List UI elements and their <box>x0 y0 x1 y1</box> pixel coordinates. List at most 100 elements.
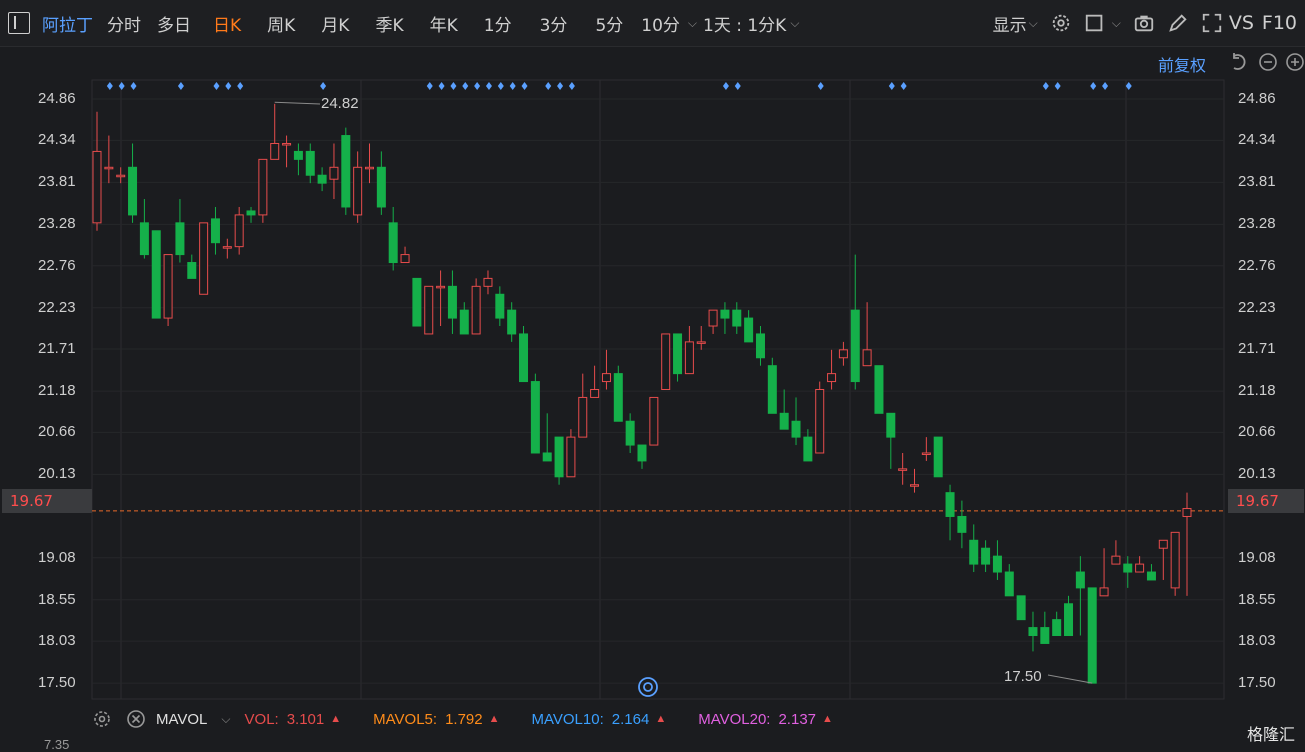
candle-body-down <box>1052 619 1062 637</box>
stock-name[interactable]: 阿拉丁 <box>42 11 107 36</box>
signal-marker <box>545 82 552 90</box>
period-tab[interactable]: 10分 <box>641 11 688 36</box>
candle-body-down <box>210 218 220 244</box>
signal-marker <box>1090 82 1097 90</box>
indicator-name[interactable]: MAVOL <box>156 711 207 728</box>
signal-marker <box>722 82 729 90</box>
period-tab[interactable]: 分时 <box>107 11 157 36</box>
kline-svg[interactable] <box>0 47 1305 707</box>
candle-body-up <box>436 285 446 289</box>
candle-body-up <box>1182 508 1192 517</box>
signal-marker <box>237 82 244 90</box>
display-menu[interactable]: 显示 <box>993 11 1029 36</box>
chevron-down-icon[interactable]: ⌵ <box>688 16 697 31</box>
low-leader-line <box>1047 674 1093 684</box>
candle-body-up <box>258 158 268 216</box>
candle-body-down <box>1016 595 1026 621</box>
candle-body-down <box>388 222 398 264</box>
restore-button[interactable]: 前复权 <box>1158 52 1206 76</box>
signal-marker <box>177 82 184 90</box>
indicator-bar: MAVOL ⌵ VOL: 3.101 ▲ MAVOL5: 1.792 ▲ MAV… <box>0 706 1305 732</box>
mavol5-value: 1.792 <box>445 710 483 728</box>
candle-body-down <box>886 412 896 438</box>
chevron-down-icon[interactable]: ⌵ <box>1029 16 1038 31</box>
price-tick-left: 21.18 <box>38 382 76 400</box>
candle-body-down <box>945 492 955 517</box>
undo-icon[interactable] <box>1229 52 1249 72</box>
sidebar-toggle-icon[interactable] <box>8 12 30 34</box>
candle-body-up <box>684 341 694 375</box>
candle-body-up <box>649 396 659 446</box>
gear-icon[interactable] <box>92 709 112 729</box>
kline-chart[interactable] <box>0 47 1305 707</box>
mavol5-label: MAVOL5: <box>373 710 438 728</box>
price-tick-right: 23.81 <box>1238 173 1276 191</box>
signal-marker <box>225 82 232 90</box>
gear-icon[interactable] <box>1050 12 1072 34</box>
signal-marker <box>474 82 481 90</box>
candle-body-up <box>163 254 173 319</box>
chevron-down-icon[interactable]: ⌵ <box>790 16 799 31</box>
price-tick-right: 21.18 <box>1238 382 1276 400</box>
high-price-label: 24.82 <box>321 95 359 112</box>
candle-body-up <box>116 174 126 178</box>
candle-body-up <box>566 436 576 478</box>
pencil-icon[interactable] <box>1167 12 1189 34</box>
period-tab-active[interactable]: 日K <box>213 11 267 36</box>
candle-body-down <box>1087 587 1097 684</box>
close-icon[interactable] <box>126 709 146 729</box>
interval-select[interactable]: 1天 : 1分K <box>703 11 790 36</box>
layout-square-icon[interactable] <box>1084 12 1106 34</box>
zoom-in-icon[interactable] <box>1285 52 1305 72</box>
period-tab[interactable]: 季K <box>375 11 429 36</box>
period-tab[interactable]: 月K <box>321 11 375 36</box>
period-tab[interactable]: 年K <box>430 11 484 36</box>
candle-body-up <box>898 468 908 471</box>
candle-body-down <box>779 412 789 430</box>
candle-body-up <box>696 341 706 344</box>
signal-marker <box>130 82 137 90</box>
at-icon[interactable] <box>637 676 659 698</box>
candle-body-down <box>981 547 991 565</box>
current-price-right: 19.67 <box>1228 489 1304 513</box>
price-tick-right: 21.71 <box>1238 340 1276 358</box>
chevron-down-icon[interactable]: ⌵ <box>221 712 230 727</box>
candle-body-down <box>732 309 742 327</box>
period-tab[interactable]: 周K <box>267 11 321 36</box>
top-toolbar: 阿拉丁 分时 多日 日K 周K 月K 季K 年K 1分 3分 5分 10分 ⌵ … <box>0 0 1305 47</box>
signal-marker <box>485 82 492 90</box>
vs-button[interactable]: VS <box>1229 12 1262 34</box>
candle-body-down <box>187 262 197 279</box>
current-price-left: 19.67 <box>2 489 92 513</box>
camera-icon[interactable] <box>1133 12 1155 34</box>
f10-button[interactable]: F10 <box>1262 12 1305 34</box>
candle-body-up <box>708 309 718 327</box>
period-tab[interactable]: 5分 <box>595 11 641 36</box>
signal-marker <box>426 82 433 90</box>
period-tab[interactable]: 多日 <box>157 11 213 36</box>
candle-body-down <box>376 166 386 208</box>
price-tick-left: 23.28 <box>38 215 76 233</box>
candle-body-down <box>507 309 517 335</box>
candle-body-up <box>424 285 434 335</box>
price-tick-right: 18.55 <box>1238 590 1276 608</box>
candle-body-down <box>128 166 138 216</box>
vol-label: VOL: <box>244 710 279 728</box>
price-tick-left: 18.55 <box>38 590 76 608</box>
candle-body-up <box>1170 531 1180 589</box>
candle-body-down <box>803 436 813 462</box>
fullscreen-icon[interactable] <box>1201 12 1223 34</box>
price-tick-left: 24.34 <box>38 131 76 149</box>
candle-body-up <box>222 246 232 249</box>
price-tick-left: 24.86 <box>38 90 76 108</box>
candle-body-up <box>910 484 919 487</box>
period-tab[interactable]: 1分 <box>484 11 540 36</box>
price-tick-left: 17.50 <box>38 674 76 692</box>
zoom-out-icon[interactable] <box>1258 52 1278 72</box>
candle-body-up <box>483 277 493 287</box>
chevron-down-icon[interactable]: ⌵ <box>1112 16 1121 31</box>
period-tab[interactable]: 3分 <box>540 11 596 36</box>
candle-body-down <box>175 222 185 256</box>
up-arrow-icon: ▲ <box>822 713 833 725</box>
candle-body-up <box>400 254 410 264</box>
